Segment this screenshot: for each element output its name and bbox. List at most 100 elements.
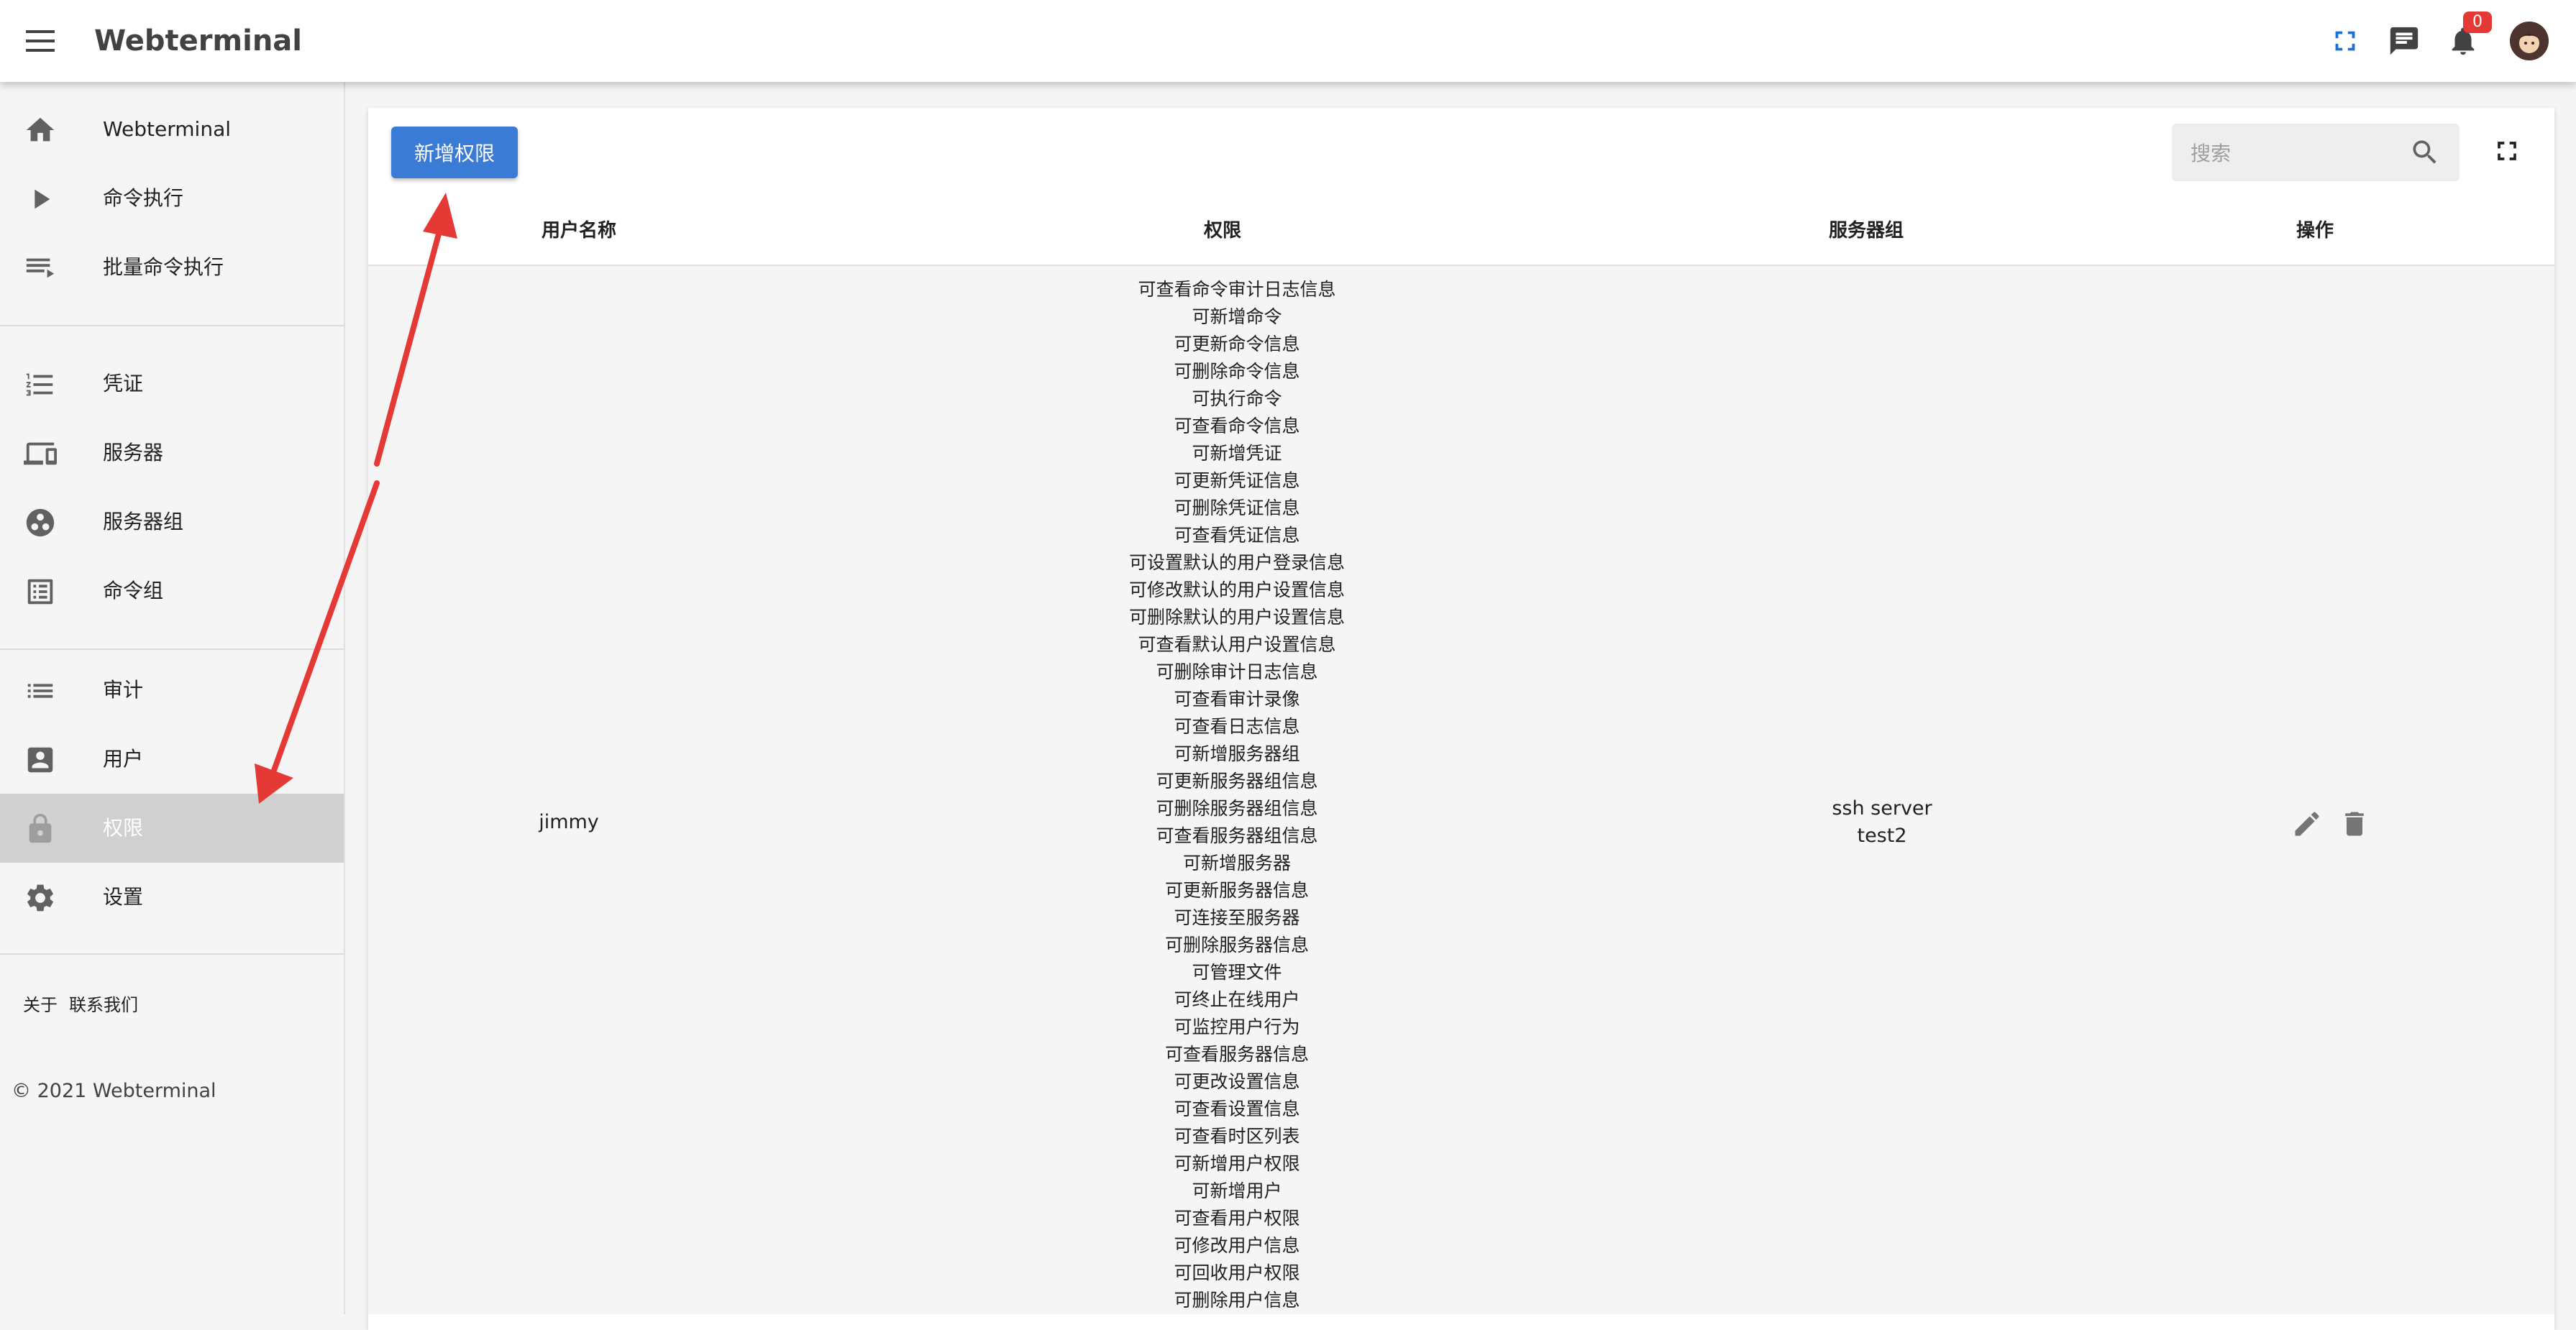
permission-item: 可查看服务器信息 bbox=[1164, 1044, 1309, 1065]
permission-item: 可查看设置信息 bbox=[1174, 1099, 1300, 1119]
sidebar-item-permissions[interactable]: 权限 bbox=[0, 794, 344, 863]
permission-item: 可新增服务器组 bbox=[1174, 743, 1300, 764]
home-icon bbox=[26, 117, 55, 142]
permission-item: 可新增命令 bbox=[1192, 306, 1282, 327]
sidebar-item-label: 凭证 bbox=[103, 372, 144, 395]
sidebar-item-label: 用户 bbox=[103, 747, 144, 771]
sidebar-item-label: Webterminal bbox=[103, 117, 232, 141]
column-header-actions: 操作 bbox=[2296, 220, 2334, 242]
sidebar-item-servers[interactable]: 服务器 bbox=[0, 418, 344, 487]
permission-item: 可查看服务器组信息 bbox=[1156, 825, 1318, 846]
permission-item: 可删除默认的用户设置信息 bbox=[1128, 607, 1345, 628]
permission-item: 可查看凭证信息 bbox=[1174, 525, 1300, 546]
sidebar-item-server-groups[interactable]: 服务器组 bbox=[0, 487, 344, 556]
permission-item: 可删除服务器组信息 bbox=[1156, 798, 1318, 819]
permission-item: 可删除用户信息 bbox=[1174, 1290, 1300, 1311]
permission-item: 可执行命令 bbox=[1192, 388, 1282, 409]
column-header-username[interactable]: 用户名称 bbox=[542, 216, 616, 242]
username-cell: jimmy bbox=[539, 811, 599, 833]
permission-item: 可查看时区列表 bbox=[1174, 1126, 1300, 1147]
app-title: Webterminal bbox=[94, 24, 303, 58]
copyright: © 2021 Webterminal bbox=[12, 1080, 216, 1102]
column-header-permissions[interactable]: 权限 bbox=[1204, 216, 1241, 242]
permission-item: 可删除服务器信息 bbox=[1164, 935, 1309, 955]
search-icon[interactable] bbox=[2409, 137, 2441, 168]
sidebar-item-label: 设置 bbox=[103, 885, 144, 909]
edit-icon[interactable] bbox=[2291, 808, 2323, 840]
permission-item: 可管理文件 bbox=[1192, 962, 1282, 983]
permission-item: 可监控用户行为 bbox=[1174, 1017, 1300, 1037]
permission-item: 可终止在线用户 bbox=[1174, 989, 1300, 1010]
permission-item: 可新增用户 bbox=[1192, 1180, 1282, 1201]
contact-link[interactable]: 联系我们 bbox=[69, 991, 138, 1016]
permission-item: 可查看命令审计日志信息 bbox=[1138, 279, 1336, 300]
search-input[interactable] bbox=[2189, 135, 2401, 171]
app-bar: Webterminal 0 bbox=[0, 0, 2576, 82]
table-row bbox=[368, 266, 2554, 1314]
add-permission-button[interactable]: 新增权限 bbox=[391, 127, 518, 178]
permission-item: 可修改默认的用户设置信息 bbox=[1128, 579, 1345, 600]
account-box-icon bbox=[27, 747, 53, 773]
permission-item: 可查看日志信息 bbox=[1174, 716, 1300, 737]
server-group-item: ssh server bbox=[1832, 797, 1932, 820]
sidebar-item-audit[interactable]: 审计 bbox=[0, 656, 344, 725]
list-numbered-icon bbox=[26, 373, 53, 396]
permission-item: 可更新凭证信息 bbox=[1174, 470, 1300, 491]
column-header-server-groups[interactable]: 服务器组 bbox=[1829, 216, 1904, 242]
sidebar-item-label: 命令执行 bbox=[103, 186, 184, 210]
about-link[interactable]: 关于 bbox=[23, 991, 58, 1016]
sidebar-item-label: 批量命令执行 bbox=[103, 255, 224, 279]
permission-item: 可更新服务器组信息 bbox=[1156, 771, 1318, 792]
avatar[interactable] bbox=[2510, 22, 2549, 60]
permission-item: 可修改用户信息 bbox=[1174, 1235, 1300, 1256]
sidebar-item-label: 服务器 bbox=[103, 441, 164, 464]
sidebar-item-credentials[interactable]: 凭证 bbox=[0, 349, 344, 418]
permission-item: 可更新命令信息 bbox=[1174, 334, 1300, 354]
permission-item: 可查看命令信息 bbox=[1174, 416, 1300, 436]
permission-item: 可查看用户权限 bbox=[1174, 1208, 1300, 1229]
fullscreen-icon[interactable] bbox=[2329, 24, 2362, 58]
server-group-list: ssh server test2 bbox=[1774, 795, 1990, 850]
devices-icon bbox=[24, 442, 57, 465]
sidebar-divider bbox=[0, 953, 344, 955]
list-icon bbox=[27, 684, 53, 698]
sidebar-item-label: 服务器组 bbox=[103, 510, 184, 533]
permission-list: 可查看命令审计日志信息 可新增命令可更新命令信息 可删除命令信息 可执行命令可查看命令… bbox=[1021, 276, 1453, 1314]
permission-item: 可更改设置信息 bbox=[1174, 1071, 1300, 1092]
table-fullscreen-icon[interactable] bbox=[2491, 135, 2523, 167]
sidebar-item-webterminal[interactable]: Webterminal bbox=[0, 95, 344, 164]
permission-item: 可删除凭证信息 bbox=[1174, 497, 1300, 518]
message-icon[interactable] bbox=[2388, 24, 2421, 58]
sidebar-item-users[interactable]: 用户 bbox=[0, 725, 344, 794]
permission-item: 可回收用户权限 bbox=[1174, 1262, 1300, 1283]
permission-item: 可新增用户权限 bbox=[1174, 1153, 1300, 1174]
sidebar-item-batch-exec[interactable]: 批量命令执行 bbox=[0, 233, 344, 302]
notification-badge: 0 bbox=[2463, 12, 2492, 33]
server-group-item: test2 bbox=[1857, 825, 1907, 847]
permission-item: 可新增服务器 bbox=[1182, 853, 1291, 873]
gear-icon bbox=[27, 884, 53, 912]
sidebar-item-label: 命令组 bbox=[103, 579, 164, 602]
permission-item: 可查看默认用户设置信息 bbox=[1138, 634, 1336, 655]
list-box-icon bbox=[27, 579, 53, 605]
delete-icon[interactable] bbox=[2339, 808, 2370, 840]
sidebar-item-command-groups[interactable]: 命令组 bbox=[0, 556, 344, 625]
sidebar-item-command-exec[interactable]: 命令执行 bbox=[0, 164, 344, 233]
permission-item: 可删除审计日志信息 bbox=[1156, 661, 1318, 682]
lock-icon bbox=[29, 813, 52, 843]
permission-item: 可新增凭证 bbox=[1192, 443, 1282, 464]
permission-item: 可删除命令信息 bbox=[1174, 361, 1300, 382]
play-icon bbox=[35, 189, 50, 209]
permission-item: 可更新服务器信息 bbox=[1164, 880, 1309, 901]
sidebar-divider bbox=[0, 648, 344, 650]
permission-item: 可设置默认的用户登录信息 bbox=[1128, 552, 1345, 573]
sidebar-divider bbox=[0, 325, 344, 326]
menu-icon[interactable] bbox=[26, 26, 56, 56]
sidebar-item-label: 权限 bbox=[103, 816, 144, 840]
workspaces-icon bbox=[26, 508, 55, 537]
playlist-play-icon bbox=[26, 258, 55, 278]
sidebar-item-label: 审计 bbox=[103, 678, 144, 702]
sidebar-item-settings[interactable]: 设置 bbox=[0, 863, 344, 932]
permission-item: 可查看审计录像 bbox=[1174, 689, 1300, 710]
permission-item: 可连接至服务器 bbox=[1174, 907, 1300, 928]
